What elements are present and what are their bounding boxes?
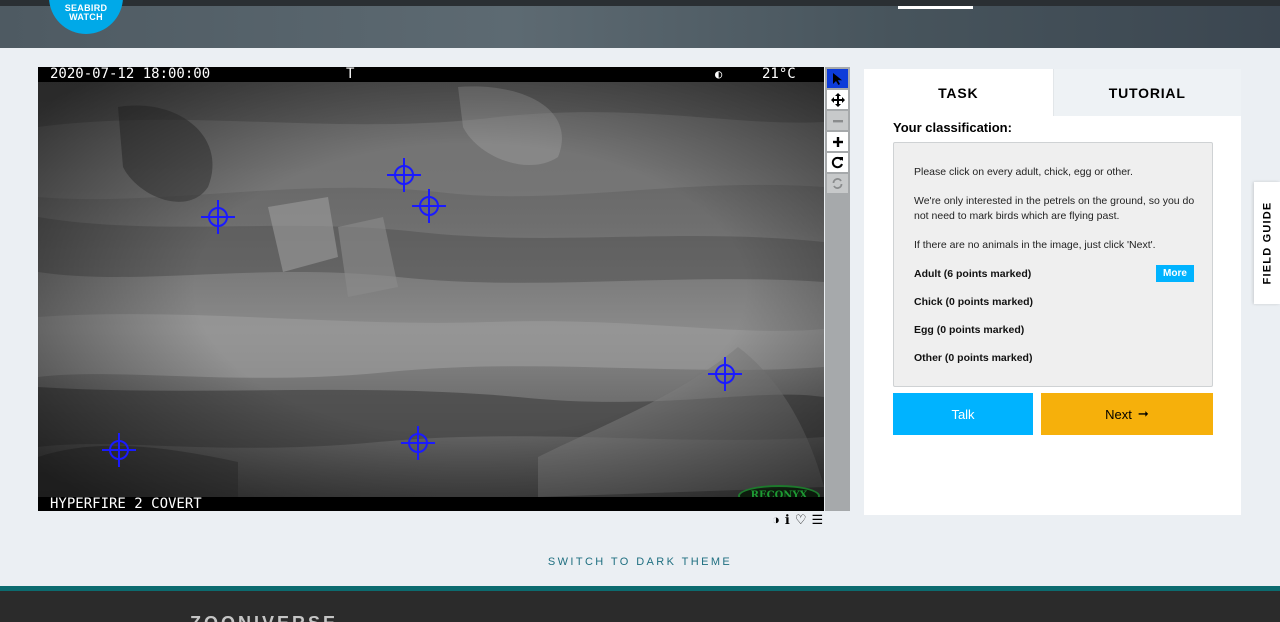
- instruction-text: If there are no animals in the image, ju…: [914, 239, 1156, 251]
- pointer-icon[interactable]: [827, 69, 848, 88]
- panel-tabs: TASK TUTORIAL: [864, 69, 1241, 116]
- instruction-text: Please click on every adult, chick, egg …: [914, 166, 1133, 178]
- move-icon[interactable]: [827, 90, 848, 109]
- camera-model-bar: HYPERFIRE 2 COVERT: [38, 497, 824, 511]
- camera-flag: T: [346, 67, 355, 82]
- subject-meta-toolbar: ◑ ℹ ♡ ☰: [772, 512, 852, 528]
- field-guide-label: FIELD GUIDE: [1261, 201, 1273, 285]
- next-button[interactable]: Next ➞: [1041, 393, 1213, 435]
- classification-heading: Your classification:: [893, 120, 1012, 135]
- switch-theme-link[interactable]: SWITCH TO DARK THEME: [0, 556, 1280, 568]
- talk-button[interactable]: Talk: [893, 393, 1033, 435]
- classification-panel: TASK TUTORIAL Your classification: Pleas…: [864, 69, 1241, 515]
- tool-option-adult[interactable]: Adult (6 points marked): [914, 268, 1031, 280]
- zoom-in-icon[interactable]: [827, 132, 848, 151]
- collect-icon[interactable]: ☰: [811, 512, 823, 528]
- switch-theme-label: SWITCH TO DARK THEME: [547, 556, 733, 568]
- camera-temperature: 21°C: [762, 67, 796, 82]
- subject-image-viewer[interactable]: 2020-07-12 18:00:00 T ◐ 21°C RECONYX HYP…: [38, 67, 824, 511]
- zoom-out-icon[interactable]: [827, 111, 848, 130]
- task-box: Please click on every adult, chick, egg …: [893, 142, 1213, 387]
- camera-datetime: 2020-07-12 18:00:00: [50, 67, 211, 82]
- tool-option-other[interactable]: Other (0 points marked): [914, 352, 1032, 364]
- invert-colors-icon[interactable]: ◑: [772, 512, 780, 528]
- camera-info-bar: 2020-07-12 18:00:00 T ◐ 21°C: [38, 67, 824, 82]
- tool-option-egg[interactable]: Egg (0 points marked): [914, 324, 1024, 336]
- header-top-edge: [0, 0, 1280, 6]
- instruction-text: We're only interested in the petrels on …: [914, 195, 1195, 222]
- active-nav-indicator: [898, 6, 973, 9]
- camera-model: HYPERFIRE 2 COVERT: [50, 496, 202, 511]
- reset-icon[interactable]: [827, 174, 848, 193]
- image-toolbar: [825, 67, 850, 511]
- moon-phase-icon: ◐: [715, 67, 723, 81]
- rotate-icon[interactable]: [827, 153, 848, 172]
- favorite-icon[interactable]: ♡: [795, 512, 807, 528]
- site-footer: ZOONIVERSE: [0, 591, 1280, 622]
- next-button-label: Next: [1105, 406, 1132, 422]
- talk-button-label: Talk: [951, 406, 975, 422]
- field-guide-button[interactable]: FIELD GUIDE: [1254, 182, 1280, 304]
- camera-trap-image[interactable]: [38, 67, 824, 511]
- tab-task[interactable]: TASK: [864, 69, 1053, 116]
- zooniverse-logo[interactable]: ZOONIVERSE: [190, 613, 338, 622]
- project-header-banner: [0, 0, 1280, 48]
- tool-option-chick[interactable]: Chick (0 points marked): [914, 296, 1033, 308]
- arrow-right-icon: ➞: [1137, 406, 1149, 421]
- tab-tutorial[interactable]: TUTORIAL: [1052, 69, 1241, 116]
- info-icon[interactable]: ℹ: [785, 512, 790, 528]
- logo-line-2: WATCH: [69, 12, 103, 22]
- more-button[interactable]: More: [1156, 265, 1194, 282]
